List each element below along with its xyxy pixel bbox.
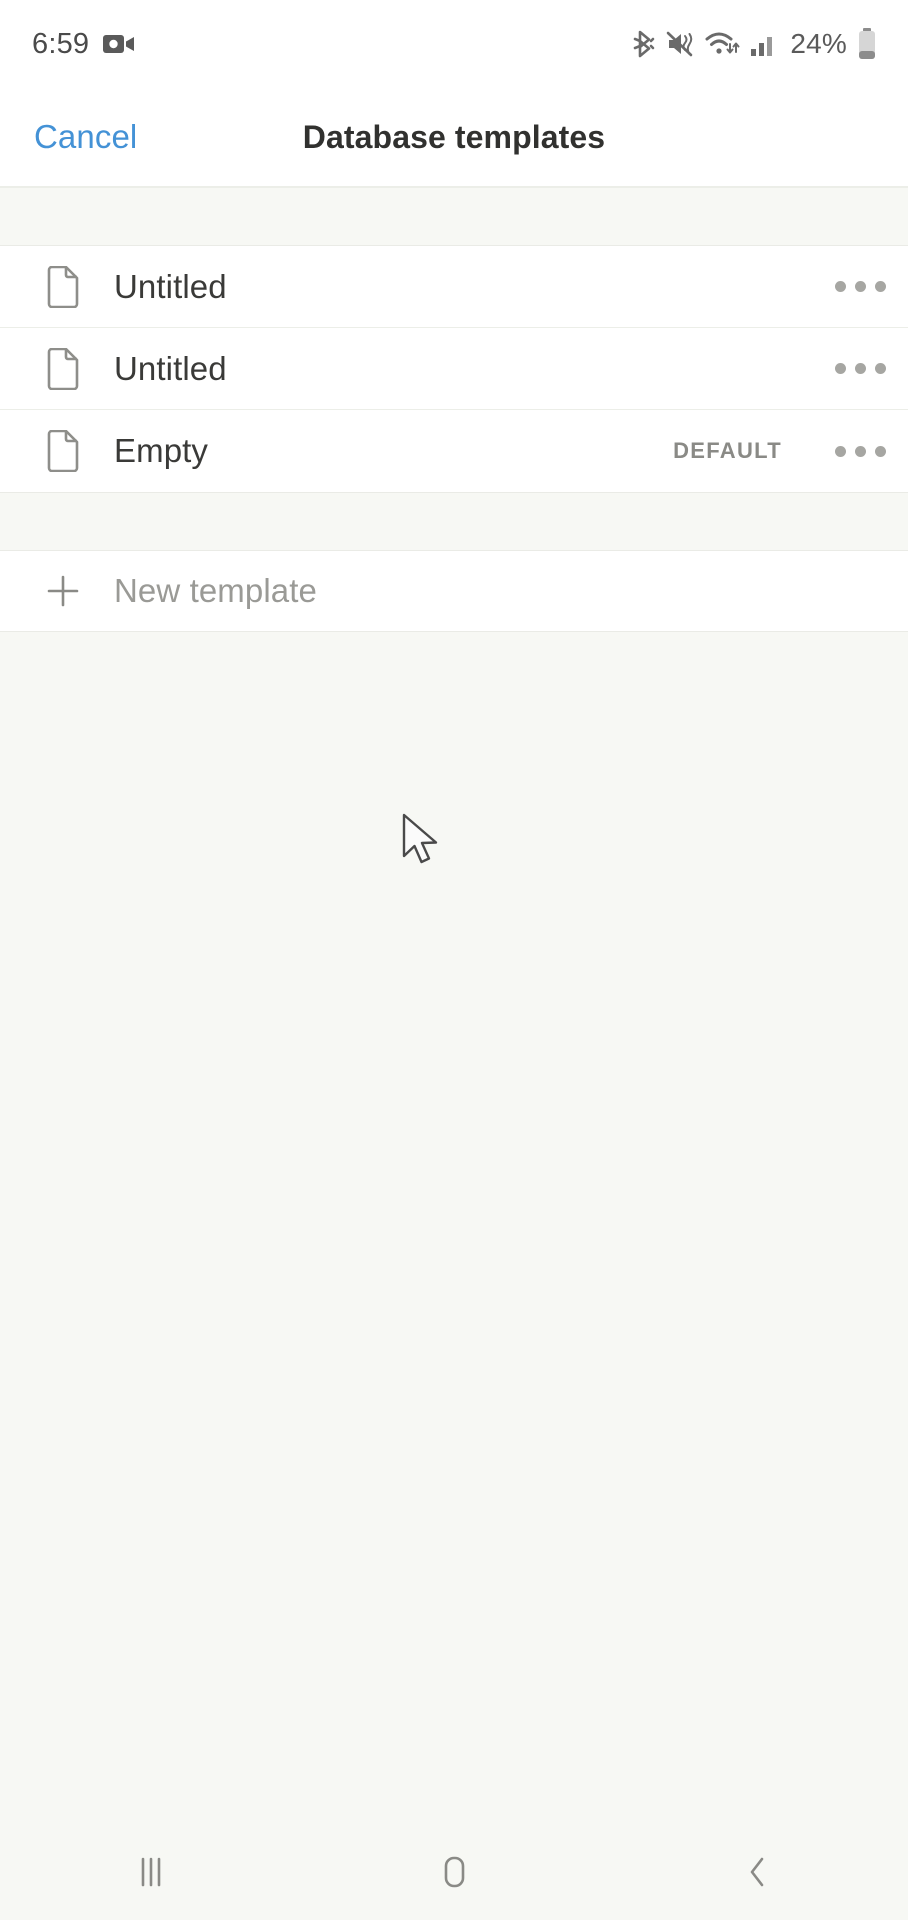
status-time: 6:59 <box>32 27 90 60</box>
list-item-label: Empty <box>114 432 209 469</box>
back-icon[interactable] <box>605 1824 908 1920</box>
document-icon <box>44 429 82 473</box>
app-header: Cancel Database templates <box>0 88 908 188</box>
volume-mute-icon <box>666 30 696 58</box>
list-item-label: Untitled <box>114 267 227 305</box>
battery-percent-label: 24% <box>790 28 847 59</box>
battery-icon <box>856 27 878 61</box>
wifi-icon <box>705 30 741 58</box>
system-navigation-bar <box>0 1824 908 1920</box>
bluetooth-icon <box>631 29 657 59</box>
empty-area <box>0 632 908 1768</box>
status-bar-right: 24% <box>631 27 878 61</box>
new-template-button[interactable]: New template <box>0 550 908 632</box>
document-icon <box>44 265 82 309</box>
cancel-button[interactable]: Cancel <box>30 110 141 164</box>
status-bar: 6:59 24% <box>0 0 908 88</box>
template-list: Untitled Untitled Empty DEFAULT <box>0 245 908 493</box>
list-item[interactable]: Untitled <box>0 246 908 328</box>
status-bar-left: 6:59 <box>32 27 135 60</box>
section-gap-bottom <box>0 493 908 550</box>
content-area: Untitled Untitled Empty DEFAULT New temp… <box>0 188 908 1768</box>
status-badge: DEFAULT <box>673 438 782 463</box>
more-options-icon[interactable] <box>812 328 908 409</box>
document-icon <box>44 347 82 391</box>
list-item-label: Untitled <box>114 349 227 387</box>
more-options-icon[interactable] <box>812 410 908 492</box>
home-icon[interactable] <box>303 1824 606 1920</box>
more-options-icon[interactable] <box>812 246 908 327</box>
screen-record-icon <box>103 32 135 56</box>
new-template-label: New template <box>114 572 317 609</box>
recents-icon[interactable] <box>0 1824 303 1920</box>
cellular-signal-icon <box>750 30 778 58</box>
list-item[interactable]: Empty DEFAULT <box>0 410 908 492</box>
section-gap-top <box>0 188 908 245</box>
list-item[interactable]: Untitled <box>0 328 908 410</box>
plus-icon <box>44 574 82 608</box>
